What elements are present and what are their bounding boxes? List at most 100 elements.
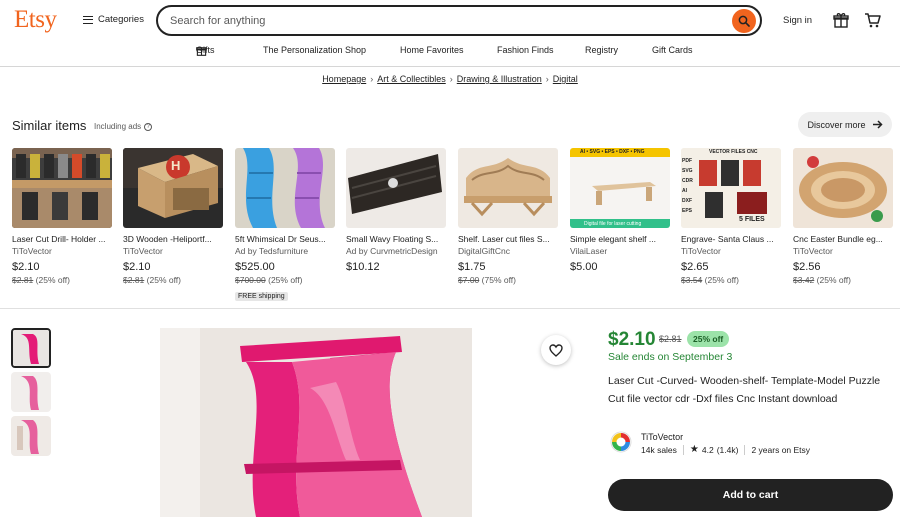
laser-shelf-image bbox=[458, 148, 558, 228]
star-icon: ★ bbox=[689, 444, 699, 455]
signin-link[interactable]: Sign in bbox=[783, 15, 812, 26]
breadcrumb-drawing-illustration[interactable]: Drawing & Illustration bbox=[457, 74, 542, 84]
digital-file-banner: Digital file for laser cutting bbox=[584, 221, 642, 227]
product-thumbnail[interactable] bbox=[12, 148, 112, 228]
stats-divider bbox=[682, 444, 684, 455]
nav-item-registry[interactable]: Registry bbox=[585, 45, 618, 55]
shop-name-link[interactable]: TiToVector bbox=[641, 432, 683, 442]
search-input[interactable] bbox=[170, 13, 710, 29]
item-price: $2.10 bbox=[123, 261, 151, 273]
item-price: $2.56 bbox=[793, 261, 821, 273]
item-shop: VilaiLaser bbox=[570, 246, 608, 256]
item-shop: TiToVector bbox=[681, 246, 721, 256]
item-price: $525.00 bbox=[235, 261, 275, 273]
listing-thumbnail[interactable] bbox=[11, 416, 51, 456]
breadcrumb-digital[interactable]: Digital bbox=[553, 74, 578, 84]
listing-thumbnail[interactable] bbox=[11, 328, 51, 368]
item-discount: (25% off) bbox=[146, 275, 181, 285]
item-title[interactable]: 5ft Whimsical Dr Seus... bbox=[235, 234, 335, 244]
product-thumbnail[interactable]: AI • SVG • EPS • DXF • PNG Digital file … bbox=[570, 148, 670, 228]
similar-item-card[interactable]: AI • SVG • EPS • DXF • PNG Digital file … bbox=[570, 148, 670, 273]
image-thumbnails bbox=[11, 328, 51, 460]
listing-original-price: $2.81 bbox=[659, 334, 682, 344]
item-discount: (25% off) bbox=[816, 275, 851, 285]
breadcrumb-homepage[interactable]: Homepage bbox=[322, 74, 366, 84]
pink-shelf-thumbnail bbox=[11, 372, 51, 412]
breadcrumb-art-collectibles[interactable]: Art & Collectibles bbox=[377, 74, 446, 84]
shop-logo[interactable] bbox=[610, 431, 632, 453]
discount-badge: 25% off bbox=[687, 331, 730, 347]
similar-item-card[interactable]: Shelf. Laser cut files S... DigitalGiftC… bbox=[458, 148, 558, 285]
pink-curved-shelf-image bbox=[160, 328, 472, 517]
similar-item-card[interactable]: VECTOR FILES CNC PDF SVG CDR AI DXF EPS … bbox=[681, 148, 781, 285]
format-label: PDF bbox=[682, 158, 692, 164]
product-thumbnail[interactable] bbox=[235, 148, 335, 228]
etsy-logo[interactable]: Etsy bbox=[14, 6, 57, 34]
item-title[interactable]: Shelf. Laser cut files S... bbox=[458, 234, 558, 244]
nav-item-gifts[interactable]: Gifts bbox=[196, 45, 215, 56]
breadcrumb-separator: › bbox=[545, 74, 549, 84]
item-title[interactable]: 3D Wooden -Heliportf... bbox=[123, 234, 223, 244]
item-original-price: $3.42 bbox=[793, 275, 815, 285]
similar-item-card[interactable]: Small Wavy Floating S... Ad by Curvmetri… bbox=[346, 148, 446, 273]
item-title[interactable]: Small Wavy Floating S... bbox=[346, 234, 446, 244]
item-discount: (75% off) bbox=[481, 275, 516, 285]
product-thumbnail[interactable] bbox=[793, 148, 893, 228]
item-discount: (25% off) bbox=[35, 275, 70, 285]
shop-stats: 14k sales ★ 4.2 (1.4k) 2 years on Etsy bbox=[641, 444, 810, 455]
search-button[interactable] bbox=[732, 9, 756, 33]
nav-item-gift-cards[interactable]: Gift Cards bbox=[652, 45, 693, 55]
nav-item-home-favorites[interactable]: Home Favorites bbox=[400, 45, 464, 55]
arrow-right-icon bbox=[872, 120, 883, 129]
product-thumbnail[interactable] bbox=[346, 148, 446, 228]
breadcrumb-separator: › bbox=[449, 74, 453, 84]
section-divider bbox=[0, 308, 900, 309]
similar-item-card[interactable]: Cnc Easter Bundle eg... TiToVector $2.56… bbox=[793, 148, 893, 285]
nav-item-personalization[interactable]: The Personalization Shop bbox=[263, 45, 366, 55]
breadcrumb: Homepage › Art & Collectibles › Drawing & Il… bbox=[0, 74, 900, 84]
item-title[interactable]: Cnc Easter Bundle eg... bbox=[793, 234, 893, 244]
product-thumbnail[interactable]: H bbox=[123, 148, 223, 228]
sale-ends-text: Sale ends on September 3 bbox=[608, 351, 733, 363]
favorite-button[interactable] bbox=[541, 335, 571, 365]
five-files-label: 5 FILES bbox=[739, 216, 765, 223]
categories-label: Categories bbox=[98, 14, 144, 25]
drill-holder-image bbox=[12, 148, 112, 228]
free-shipping-badge: FREE shipping bbox=[235, 292, 288, 301]
easter-bundle-image bbox=[793, 148, 893, 228]
item-original-price: $3.54 bbox=[681, 275, 703, 285]
item-original-price: $7.00 bbox=[458, 275, 480, 285]
header-divider bbox=[0, 66, 900, 67]
nav-item-fashion-finds[interactable]: Fashion Finds bbox=[497, 45, 554, 55]
item-shop: Ad by CurvmetricDesign bbox=[346, 246, 438, 256]
ads-disclosure[interactable]: Including ads ? bbox=[94, 122, 153, 131]
gift-icon[interactable] bbox=[833, 12, 849, 28]
similar-item-card[interactable]: H 3D Wooden -Heliportf... TiToVector $2.… bbox=[123, 148, 223, 285]
add-to-cart-button[interactable]: Add to cart bbox=[608, 479, 893, 511]
product-thumbnail[interactable]: VECTOR FILES CNC PDF SVG CDR AI DXF EPS … bbox=[681, 148, 781, 228]
item-discount: (25% off) bbox=[268, 275, 303, 285]
similar-item-card[interactable]: 5ft Whimsical Dr Seus... Ad by Tedsfurni… bbox=[235, 148, 335, 303]
format-list: PDF SVG CDR AI DXF EPS bbox=[682, 156, 693, 216]
heliport-letter: H bbox=[171, 158, 181, 173]
main-product-image[interactable] bbox=[160, 328, 472, 517]
discover-more-button[interactable]: Discover more bbox=[798, 112, 892, 137]
cart-icon[interactable] bbox=[864, 12, 881, 28]
menu-icon bbox=[83, 15, 93, 24]
item-shop: TiToVector bbox=[12, 246, 52, 256]
categories-button[interactable]: Categories bbox=[83, 14, 144, 25]
info-icon: ? bbox=[144, 122, 153, 131]
simple-shelf-image bbox=[570, 148, 670, 228]
item-title[interactable]: Engrave- Santa Claus ... bbox=[681, 234, 781, 244]
listing-title: Laser Cut -Curved- Wooden-shelf- Templat… bbox=[608, 375, 881, 405]
discover-more-label: Discover more bbox=[807, 119, 866, 130]
item-title[interactable]: Simple elegant shelf ... bbox=[570, 234, 670, 244]
similar-item-card[interactable]: Laser Cut Drill- Holder ... TiToVector $… bbox=[12, 148, 112, 285]
santa-engrave-image bbox=[681, 148, 781, 228]
item-title[interactable]: Laser Cut Drill- Holder ... bbox=[12, 234, 112, 244]
product-thumbnail[interactable] bbox=[458, 148, 558, 228]
format-label: SVG bbox=[682, 168, 693, 174]
pink-shelf-thumbnail bbox=[13, 330, 49, 366]
listing-thumbnail[interactable] bbox=[11, 372, 51, 412]
shop-review-count[interactable]: (1.4k) bbox=[717, 445, 739, 455]
